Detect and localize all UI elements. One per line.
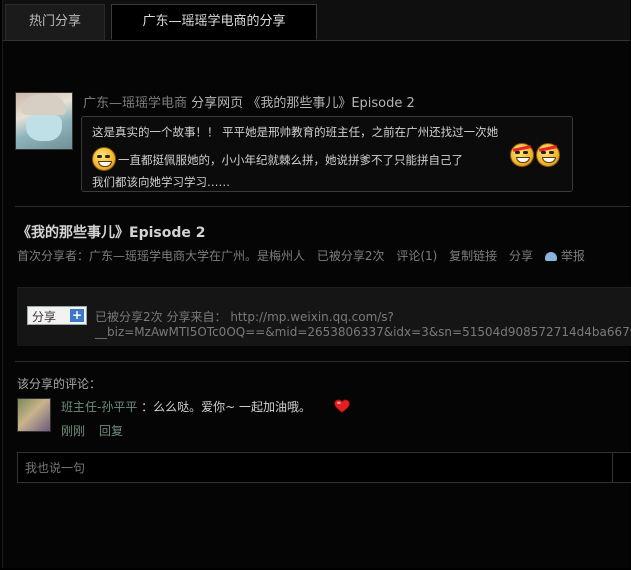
comment-text: ：么么哒。爱你~ 一起加油哦。 [141,400,312,414]
post-header: 广东—瑶瑶学电商 分享网页 《我的那些事儿》Episode 2 [83,92,415,111]
first-sharer-link[interactable]: 广东—瑶瑶学电商大学在广州。是梅州人 [89,249,305,263]
report-link[interactable]: 举报 [544,249,585,263]
comment-input[interactable] [18,453,612,482]
share-button[interactable]: 分享 + [27,306,87,325]
tab-bar: 热门分享 广东—瑶瑶学电商的分享 [3,0,630,41]
divider [15,361,630,362]
comment-line-2: 一直都挺佩服她的，小小年纪就棘么拼，她说拼爹不了只能拼自己了 [118,153,463,167]
page-frame: 热门分享 广东—瑶瑶学电商的分享 广东—瑶瑶学电商 分享网页 《我的那些事儿》E… [2,0,631,568]
share-button-label: 分享 [32,310,57,324]
comment-item: 班主任-孙平平 ：么么哒。爱你~ 一起加油哦。 [61,398,311,415]
share-link[interactable]: 分享 [509,249,533,263]
share-source-url-continued[interactable]: __biz=MzAwMTI5OTc0OQ==&mid=2653806337&id… [95,325,631,339]
comment-time: 刚刚 [61,424,86,438]
share-source-url[interactable]: http://mp.weixin.qq.com/s? [230,310,394,324]
avatar-mask [26,115,62,141]
comment-input-box [17,452,631,483]
first-sharer-label: 首次分享者： [17,249,90,263]
plus-icon: + [70,308,84,322]
share-meta: 首次分享者：广东—瑶瑶学电商大学在广州。是梅州人 已被分享2次 评论(1) 复制… [17,247,585,264]
post-title-link[interactable]: 《我的那些事儿》Episode 2 [247,96,414,111]
tab-user-shares[interactable]: 广东—瑶瑶学电商的分享 [111,4,317,40]
comments-header: 该分享的评论： [17,377,102,391]
commenter-avatar[interactable] [17,398,51,432]
share-count-text: 已被分享2次 [95,310,163,324]
reply-link[interactable]: 回复 [99,422,123,439]
author-avatar[interactable] [15,92,73,150]
police-cap-icon [544,252,557,261]
post-author-link[interactable]: 广东—瑶瑶学电商 [83,96,187,111]
determined-emoji-icon [510,143,534,167]
post-action: 分享网页 [191,96,244,111]
heart-icon [334,399,350,413]
post-comment-bubble: 这是真实的一个故事！！ 平平她是邢帅教育的班主任，之前在广州还找过一次她 一直都… [81,116,573,192]
comment-line-3: 我们都该向她学习学习…… [92,175,230,189]
input-divider [612,453,613,482]
avatar-hair [22,95,66,115]
tab-hot-shares[interactable]: 热门分享 [5,4,105,40]
shared-count-link[interactable]: 已被分享2次 [317,249,385,263]
report-label: 举报 [560,249,585,263]
share-source-label: 分享来自： [166,310,227,324]
first-sharer: 首次分享者：广东—瑶瑶学电商大学在广州。是梅州人 [17,249,305,263]
comments-link[interactable]: 评论(1) [396,249,437,263]
copy-link-button[interactable]: 复制链接 [449,249,497,263]
share-source-box: 分享 + 已被分享2次 分享来自： http://mp.weixin.qq.co… [17,287,631,346]
divider [15,206,630,207]
comment-line-1: 这是真实的一个故事！！ 平平她是邢帅教育的班主任，之前在广州还找过一次她 [92,125,499,139]
grin-emoji-icon [92,147,116,171]
determined-emoji-icon [536,143,560,167]
share-title: 《我的那些事儿》Episode 2 [17,225,206,241]
commenter-name-link[interactable]: 班主任-孙平平 [61,400,137,414]
share-source-line: 已被分享2次 分享来自： http://mp.weixin.qq.com/s? [95,308,394,325]
